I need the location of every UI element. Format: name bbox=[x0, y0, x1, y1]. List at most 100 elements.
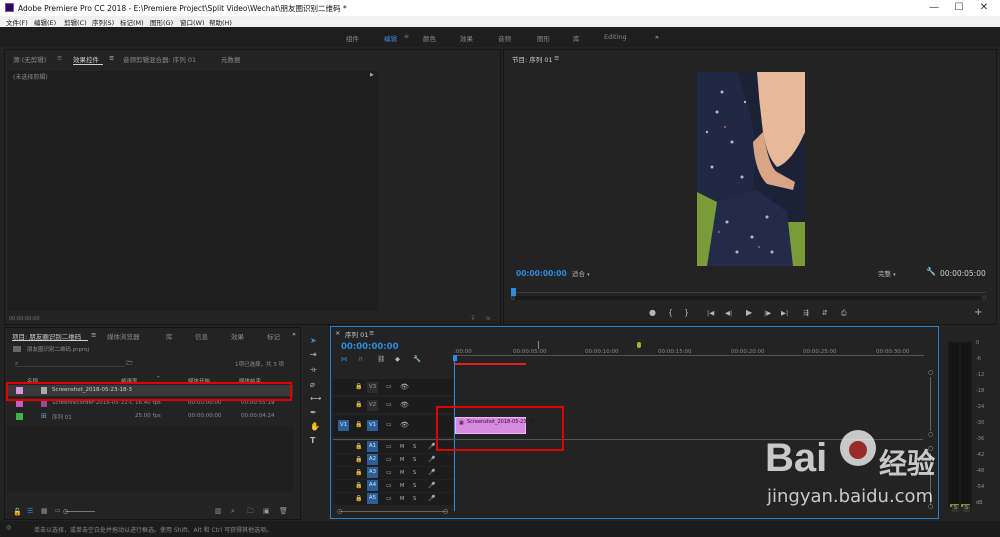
mark-in-icon[interactable]: { bbox=[668, 308, 673, 318]
workspace-assembly[interactable]: 组件 bbox=[346, 33, 359, 43]
tab-libraries[interactable]: 库 bbox=[166, 331, 173, 341]
go-to-out-icon[interactable]: ▶| bbox=[781, 308, 788, 318]
tab-media-browser[interactable]: 媒体浏览器 bbox=[107, 331, 140, 341]
scroll-handle-right-icon[interactable]: ○ bbox=[982, 295, 986, 301]
insert-sequence-nested-icon[interactable]: ⋈ bbox=[341, 354, 348, 364]
lock-track-icon[interactable]: 🔒 bbox=[355, 382, 362, 392]
sync-lock-icon[interactable]: ▭ bbox=[386, 455, 392, 465]
program-menu-icon[interactable]: ≡ bbox=[554, 54, 559, 62]
list-view-icon[interactable]: ☰ bbox=[27, 507, 33, 515]
zoom-slider[interactable] bbox=[65, 511, 95, 512]
maximize-icon[interactable]: ☐ bbox=[947, 1, 971, 15]
program-scrollbar[interactable] bbox=[514, 296, 986, 300]
track-label[interactable]: V2 bbox=[367, 400, 378, 411]
step-forward-icon[interactable]: |▶ bbox=[764, 308, 771, 318]
project-list-empty-area[interactable] bbox=[7, 426, 293, 492]
timeline-tab[interactable]: 序列 01 bbox=[345, 329, 368, 339]
sync-lock-icon[interactable]: ▭ bbox=[386, 382, 392, 392]
tab-audio-clip-mixer[interactable]: 音频剪辑混合器: 序列 01 bbox=[123, 54, 196, 64]
menu-marker[interactable]: 标记(M) bbox=[120, 17, 144, 27]
source-patch-v1[interactable]: V1 bbox=[338, 420, 349, 431]
tab-effects[interactable]: 效果 bbox=[231, 331, 244, 341]
track-label[interactable]: A2 bbox=[367, 454, 378, 465]
tab-info[interactable]: 信息 bbox=[195, 331, 208, 341]
track-label[interactable]: A4 bbox=[367, 480, 378, 491]
workspace-audio[interactable]: 音频 bbox=[498, 33, 511, 43]
menu-window[interactable]: 窗口(W) bbox=[180, 17, 205, 27]
mute-button[interactable]: M bbox=[400, 442, 404, 452]
mute-button[interactable]: M bbox=[400, 455, 404, 465]
lock-track-icon[interactable]: 🔒 bbox=[355, 455, 362, 465]
close-tab-icon[interactable]: × bbox=[335, 329, 340, 337]
razor-tool-icon[interactable]: ⌀ bbox=[310, 380, 315, 390]
expand-arrow-icon[interactable]: ▶ bbox=[370, 72, 374, 78]
close-icon[interactable]: ✕ bbox=[972, 1, 996, 15]
new-item-icon[interactable]: ▣ bbox=[263, 507, 270, 515]
microphone-icon[interactable]: 🎤 bbox=[428, 455, 435, 465]
solo-button[interactable]: S bbox=[413, 468, 416, 478]
sync-lock-icon[interactable]: ▭ bbox=[386, 420, 392, 430]
solo-button[interactable]: S bbox=[413, 442, 416, 452]
track-label[interactable]: V1 bbox=[367, 420, 378, 431]
microphone-icon[interactable]: 🎤 bbox=[428, 481, 435, 491]
mute-button[interactable]: M bbox=[400, 481, 404, 491]
extract-icon[interactable]: ⇵ bbox=[822, 308, 828, 318]
play-icon[interactable]: ▶ bbox=[746, 308, 752, 318]
project-search-input[interactable]: ⌕ bbox=[15, 359, 125, 367]
sync-lock-icon[interactable]: ▭ bbox=[386, 400, 392, 410]
snap-magnet-icon[interactable]: ∩ bbox=[358, 354, 363, 364]
icon-view-icon[interactable]: ▦ bbox=[41, 507, 48, 515]
menu-graphics[interactable]: 图形(G) bbox=[150, 17, 173, 27]
step-back-icon[interactable]: ◀| bbox=[725, 308, 732, 318]
hand-tool-icon[interactable]: ✋ bbox=[310, 422, 320, 432]
export-frame-icon[interactable]: ⇲ bbox=[485, 315, 490, 322]
zoom-slider-handle-icon[interactable]: ○ bbox=[63, 508, 68, 515]
add-marker-icon[interactable]: ● bbox=[649, 308, 656, 318]
track-label[interactable]: V3 bbox=[367, 382, 378, 393]
mute-button[interactable]: M bbox=[400, 468, 404, 478]
timeline-menu-icon[interactable]: ≡ bbox=[369, 329, 374, 337]
workspace-menu-icon[interactable]: ≡ bbox=[404, 33, 409, 40]
microphone-icon[interactable]: 🎤 bbox=[428, 494, 435, 504]
playback-quality-dropdown[interactable]: 完整 ▾ bbox=[878, 268, 896, 278]
sync-lock-icon[interactable]: ▭ bbox=[386, 481, 392, 491]
microphone-icon[interactable]: 🎤 bbox=[428, 442, 435, 452]
filter-icon[interactable]: ⊽ bbox=[471, 315, 475, 322]
automate-to-sequence-icon[interactable]: ▥ bbox=[215, 507, 222, 515]
tab-effect-controls[interactable]: 效果控件 bbox=[73, 54, 99, 64]
wrench-icon[interactable]: 🔧 bbox=[926, 267, 936, 276]
time-ruler[interactable] bbox=[454, 355, 924, 356]
lock-track-icon[interactable]: 🔒 bbox=[355, 420, 362, 430]
mini-timeline[interactable] bbox=[514, 292, 986, 293]
eye-icon[interactable]: 👁 bbox=[400, 400, 409, 410]
mark-out-icon[interactable]: } bbox=[684, 308, 689, 318]
timeline-zoom-handle-icon[interactable]: ○ bbox=[337, 508, 342, 515]
linked-selection-icon[interactable]: ⛓ bbox=[377, 354, 385, 364]
go-to-in-icon[interactable]: |◀ bbox=[707, 308, 714, 318]
timeline-timecode[interactable]: 00:00:00:00 bbox=[341, 342, 399, 352]
effect-controls-menu-icon[interactable]: ≡ bbox=[109, 54, 114, 62]
program-timecode[interactable]: 00:00:00:00 bbox=[516, 269, 567, 278]
lift-icon[interactable]: ⇶ bbox=[803, 308, 809, 318]
slip-tool-icon[interactable]: ⟷ bbox=[310, 394, 321, 404]
timeline-zoom-scrollbar-left[interactable] bbox=[339, 511, 447, 512]
lock-track-icon[interactable]: 🔒 bbox=[355, 481, 362, 491]
solo-button[interactable]: S bbox=[413, 494, 416, 504]
tab-metadata[interactable]: 元数据 bbox=[221, 54, 241, 64]
timeline-zoom-handle-icon[interactable]: ○ bbox=[443, 508, 448, 515]
menu-help[interactable]: 帮助(H) bbox=[209, 17, 232, 27]
lock-track-icon[interactable]: 🔒 bbox=[355, 442, 362, 452]
minimize-icon[interactable]: — bbox=[922, 1, 946, 15]
button-editor-plus-icon[interactable]: + bbox=[974, 308, 982, 318]
scroll-handle-left-icon[interactable]: ○ bbox=[511, 295, 515, 301]
label-color-swatch[interactable] bbox=[16, 413, 23, 420]
program-video-frame[interactable] bbox=[697, 72, 805, 266]
track-label[interactable]: A5 bbox=[367, 493, 378, 504]
export-frame-camera-icon[interactable]: ⎙ bbox=[841, 308, 847, 318]
solo-button[interactable]: S bbox=[413, 481, 416, 491]
workspace-libraries[interactable]: 库 bbox=[573, 33, 580, 43]
lock-icon[interactable]: 🔓 bbox=[13, 508, 22, 516]
freeform-view-icon[interactable]: ▭ bbox=[55, 507, 61, 514]
workspace-effects[interactable]: 效果 bbox=[460, 33, 473, 43]
add-marker-timeline-icon[interactable]: ◆ bbox=[395, 354, 400, 364]
